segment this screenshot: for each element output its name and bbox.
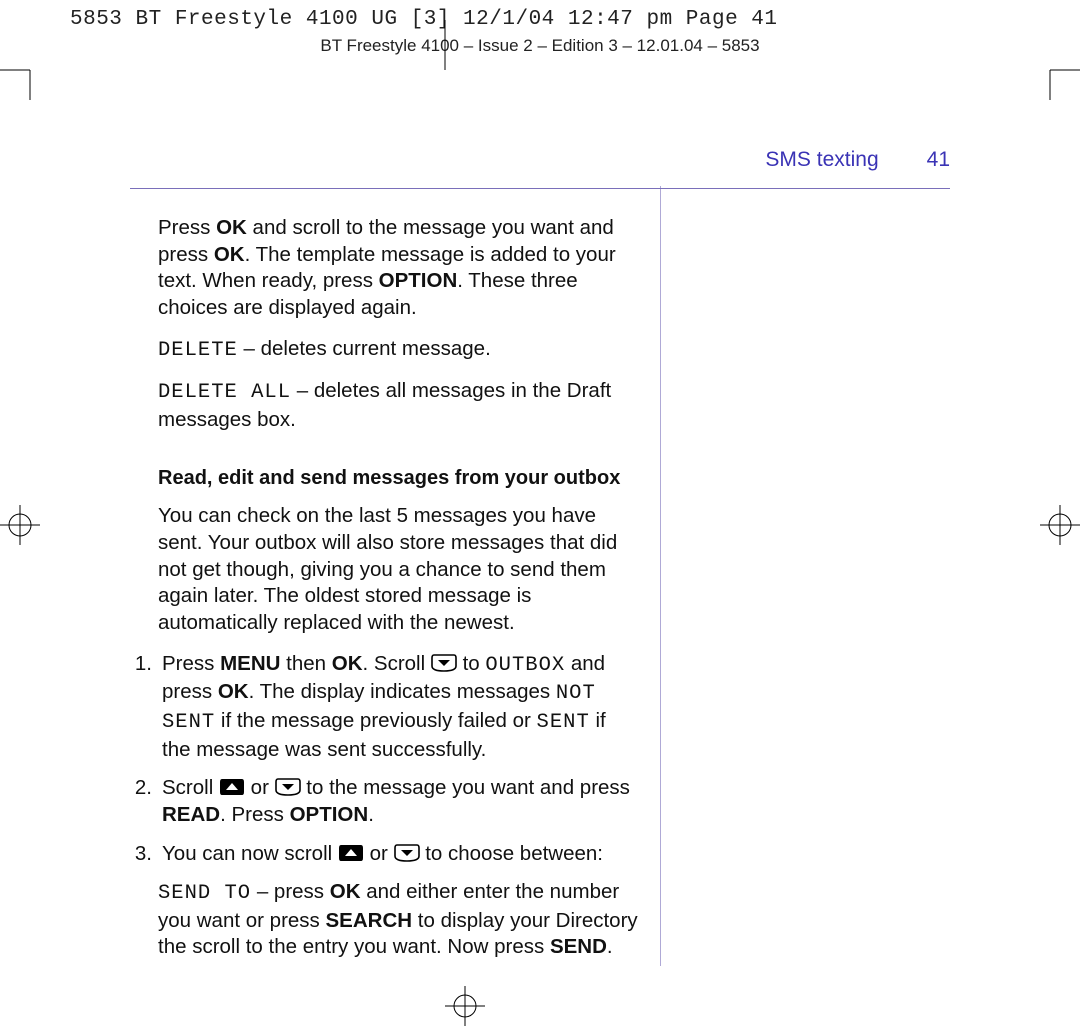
key-send: SEND [550, 935, 607, 958]
section-header: SMS texting 41 [130, 148, 950, 189]
subsection-heading: Read, edit and send messages from your o… [158, 465, 638, 491]
key-ok: OK [332, 652, 363, 675]
list-item: 3. You can now scroll or to choose betwe… [130, 841, 638, 868]
key-option: OPTION [379, 269, 458, 292]
key-ok: OK [218, 680, 249, 703]
up-arrow-icon [219, 778, 245, 796]
lcd-text: OUTBOX [485, 654, 565, 677]
print-slug-line: 5853 BT Freestyle 4100 UG [3] 12/1/04 12… [70, 8, 778, 31]
key-search: SEARCH [326, 909, 413, 932]
list-item: 1. Press MENU then OK. Scroll to OUTBOX … [130, 651, 638, 764]
key-ok: OK [330, 880, 361, 903]
crop-mark-icon [1040, 60, 1080, 100]
registration-mark-icon [1035, 500, 1080, 550]
document-header: BT Freestyle 4100 – Issue 2 – Edition 3 … [0, 36, 1080, 56]
lcd-text: DELETE [158, 339, 238, 362]
key-read: READ [162, 803, 220, 826]
paragraph: DELETE ALL – deletes all messages in the… [158, 378, 638, 433]
section-title: SMS texting [765, 148, 878, 172]
paragraph: Press OK and scroll to the message you w… [158, 215, 638, 322]
lcd-text: SENT [537, 711, 590, 734]
down-arrow-icon [431, 654, 457, 672]
list-number: 2. [130, 775, 152, 828]
column-divider [660, 186, 661, 966]
body-column: Press OK and scroll to the message you w… [158, 215, 638, 973]
registration-mark-icon [440, 981, 490, 1031]
key-option: OPTION [290, 803, 369, 826]
list-item-continuation: SEND TO – press OK and either enter the … [158, 879, 638, 961]
registration-mark-icon [0, 500, 45, 550]
page-number: 41 [927, 148, 950, 172]
paragraph: You can check on the last 5 messages you… [158, 503, 638, 636]
down-arrow-icon [275, 778, 301, 796]
list-number: 3. [130, 841, 152, 868]
down-arrow-icon [394, 844, 420, 862]
crop-mark-icon [0, 60, 40, 100]
list-number: 1. [130, 651, 152, 764]
ordered-list: 1. Press MENU then OK. Scroll to OUTBOX … [158, 651, 638, 961]
lcd-text: DELETE ALL [158, 381, 291, 404]
lcd-text: SEND TO [158, 882, 251, 905]
key-ok: OK [214, 243, 245, 266]
up-arrow-icon [338, 844, 364, 862]
paragraph: DELETE – deletes current message. [158, 336, 638, 365]
list-item: 2. Scroll or to the message you want and… [130, 775, 638, 828]
key-menu: MENU [220, 652, 280, 675]
key-ok: OK [216, 216, 247, 239]
